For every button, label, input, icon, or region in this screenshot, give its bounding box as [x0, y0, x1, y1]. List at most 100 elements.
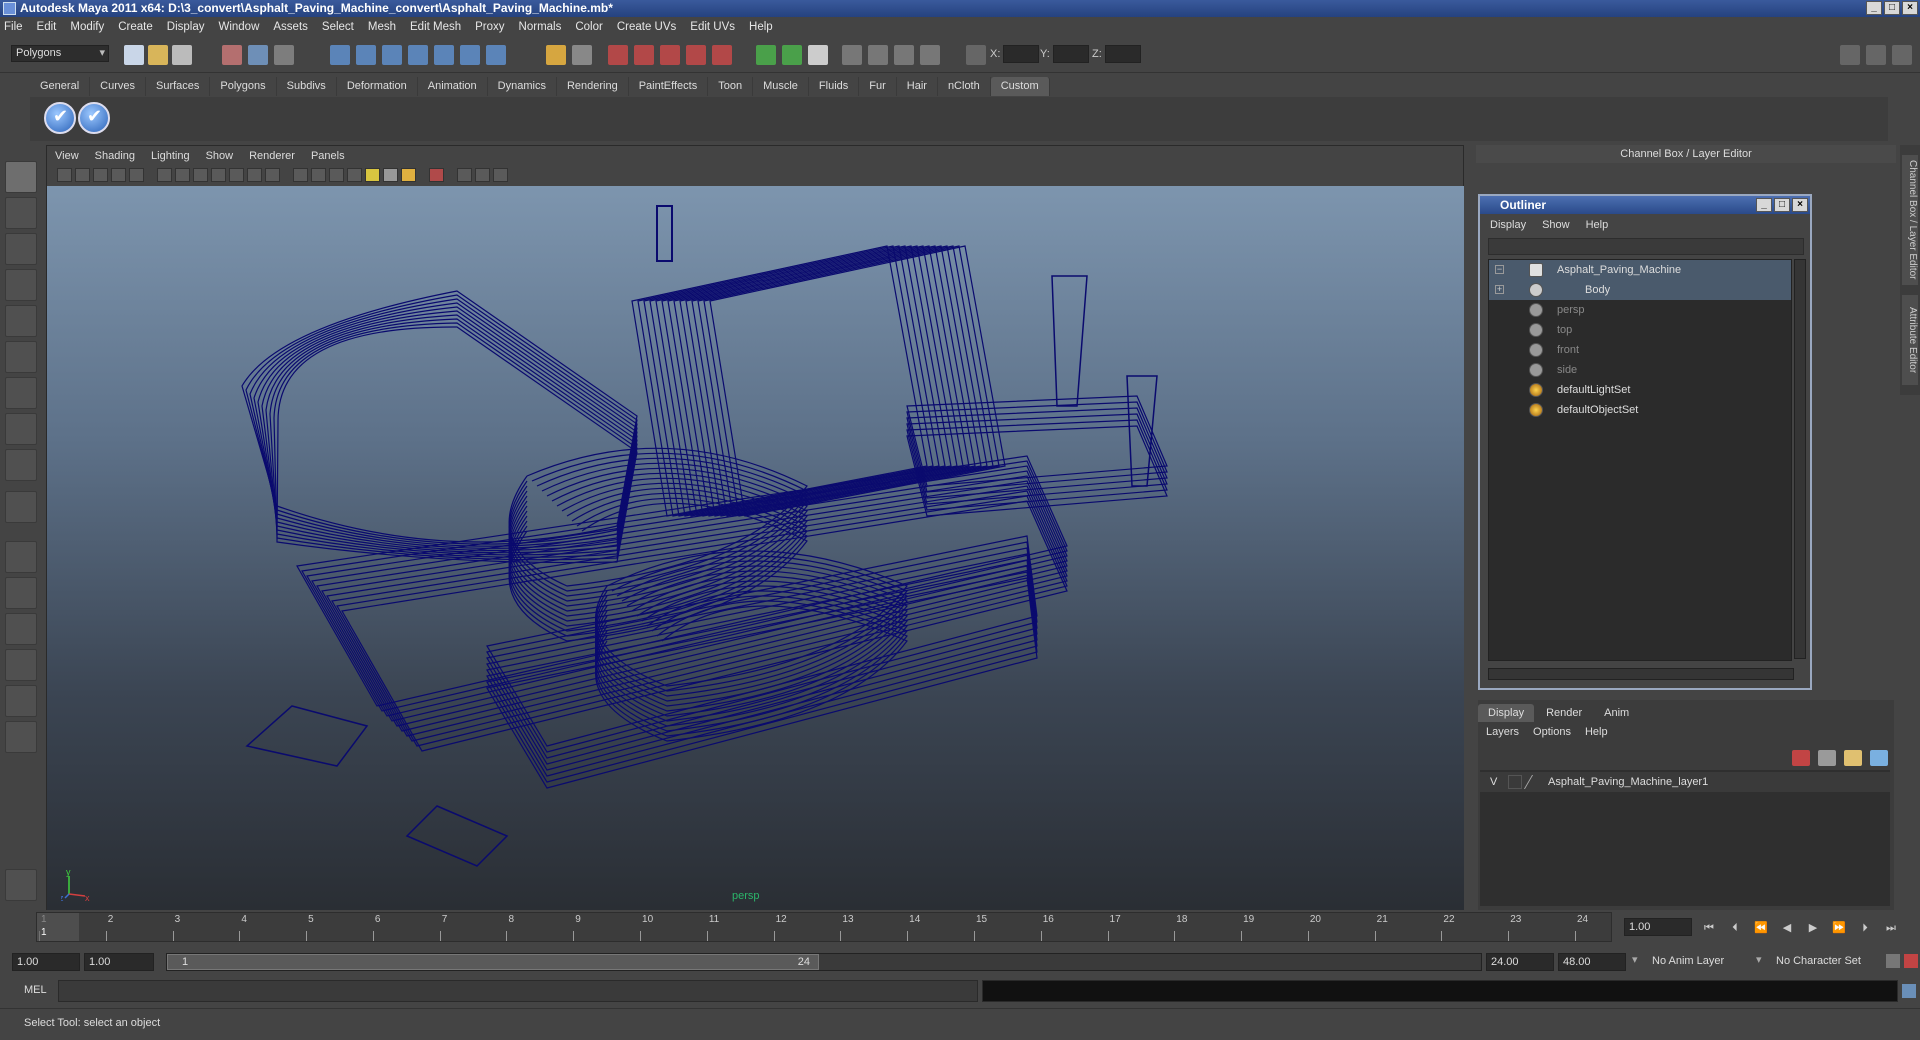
outliner-maximize-button[interactable]: □ — [1774, 198, 1790, 212]
menu-select[interactable]: Select — [322, 21, 354, 33]
hypershade-layout-icon[interactable] — [5, 685, 37, 717]
menu-edit-mesh[interactable]: Edit Mesh — [410, 21, 461, 33]
rotate-tool-icon[interactable] — [5, 305, 37, 337]
attribute-editor-icon[interactable] — [808, 45, 828, 65]
anim-layer-selector[interactable]: No Anim Layer — [1648, 953, 1752, 971]
anim-layer-dropdown-arrow[interactable]: ▾ — [1632, 953, 1638, 966]
y-field[interactable] — [1052, 45, 1089, 63]
panel-menu-show[interactable]: Show — [206, 150, 234, 162]
layer-move-up-icon[interactable] — [1792, 750, 1810, 766]
safe-action-icon[interactable] — [247, 168, 262, 182]
outliner-item[interactable]: persp — [1489, 300, 1791, 320]
single-perspective-layout-icon[interactable] — [5, 541, 37, 573]
create-empty-layer-icon[interactable] — [1844, 750, 1862, 766]
toggle-icon-1[interactable] — [842, 45, 862, 65]
grid-icon[interactable] — [157, 168, 172, 182]
outliner-item[interactable]: top — [1489, 320, 1791, 340]
outliner-item[interactable]: defaultObjectSet — [1489, 400, 1791, 420]
play-backwards-icon[interactable]: ◀ — [1778, 920, 1796, 936]
panel-menu-view[interactable]: View — [55, 150, 79, 162]
select-camera-icon[interactable] — [57, 168, 72, 182]
maximize-button[interactable]: □ — [1884, 1, 1900, 15]
render-current-icon[interactable] — [608, 45, 628, 65]
safe-title-icon[interactable] — [265, 168, 280, 182]
expand-icon[interactable]: + — [1495, 285, 1504, 294]
3d-viewport[interactable]: y x z persp — [47, 186, 1464, 910]
xray-joints-icon[interactable] — [475, 168, 490, 182]
go-to-start-icon[interactable]: ⏮ — [1700, 920, 1718, 936]
outliner-filter-field[interactable] — [1488, 238, 1804, 255]
menu-create[interactable]: Create — [118, 21, 153, 33]
image-plane-icon[interactable] — [111, 168, 126, 182]
select-object-icon[interactable] — [248, 45, 268, 65]
shelf-check-icon-2[interactable] — [78, 102, 110, 134]
step-forward-frame-icon[interactable]: ⏵ — [1856, 920, 1874, 936]
shelf-tab-toon[interactable]: Toon — [708, 77, 754, 96]
playback-start-field[interactable]: 1.00 — [84, 953, 154, 971]
toggle-channel-box-icon[interactable] — [1892, 45, 1912, 65]
menu-mesh[interactable]: Mesh — [368, 21, 396, 33]
shelf-tab-ncloth[interactable]: nCloth — [938, 77, 991, 96]
soft-modification-icon[interactable] — [5, 413, 37, 445]
make-live-icon[interactable] — [434, 45, 454, 65]
paint-select-tool-icon[interactable] — [5, 233, 37, 265]
shelf-tab-curves[interactable]: Curves — [90, 77, 146, 96]
layer-template-toggle[interactable] — [1508, 775, 1522, 789]
shelf-tab-fur[interactable]: Fur — [859, 77, 897, 96]
layer-visibility-toggle[interactable]: V — [1490, 772, 1497, 792]
shelf-tab-muscle[interactable]: Muscle — [753, 77, 809, 96]
layer-tab-anim[interactable]: Anim — [1594, 704, 1639, 722]
outliner-item[interactable]: defaultLightSet — [1489, 380, 1791, 400]
step-back-frame-icon[interactable]: ⏴ — [1726, 920, 1744, 936]
show-modeling-icon[interactable] — [756, 45, 776, 65]
step-forward-key-icon[interactable]: ⏩ — [1830, 920, 1848, 936]
layer-menu-layers[interactable]: Layers — [1486, 726, 1519, 738]
close-button[interactable]: × — [1902, 1, 1918, 15]
menu-file[interactable]: File — [4, 21, 23, 33]
animation-start-field[interactable]: 1.00 — [12, 953, 80, 971]
move-tool-icon[interactable] — [5, 269, 37, 301]
create-layer-from-selected-icon[interactable] — [1870, 750, 1888, 766]
panel-menu-lighting[interactable]: Lighting — [151, 150, 190, 162]
shelf-tab-surfaces[interactable]: Surfaces — [146, 77, 211, 96]
menu-edit[interactable]: Edit — [37, 21, 57, 33]
side-tab-channel-box[interactable]: Channel Box / Layer Editor — [1902, 155, 1918, 285]
open-scene-icon[interactable] — [148, 45, 168, 65]
wireframe-on-shaded-icon[interactable] — [329, 168, 344, 182]
range-slider[interactable]: 1 24 — [166, 953, 1482, 971]
panel-menu-shading[interactable]: Shading — [95, 150, 135, 162]
collapse-icon[interactable]: − — [1495, 265, 1504, 274]
menu-normals[interactable]: Normals — [519, 21, 562, 33]
layer-move-down-icon[interactable] — [1818, 750, 1836, 766]
shelf-tab-deformation[interactable]: Deformation — [337, 77, 418, 96]
outliner-vertical-scrollbar[interactable] — [1794, 259, 1806, 659]
select-component-icon[interactable] — [274, 45, 294, 65]
character-set-dropdown-arrow[interactable]: ▾ — [1756, 953, 1762, 966]
current-frame-field[interactable]: 1.00 — [1624, 918, 1692, 936]
character-set-selector[interactable]: No Character Set — [1772, 953, 1882, 971]
persp-outliner-layout-icon[interactable] — [5, 613, 37, 645]
menu-create-uvs[interactable]: Create UVs — [617, 21, 676, 33]
smooth-shade-icon[interactable] — [311, 168, 326, 182]
outliner-menu-display[interactable]: Display — [1490, 219, 1526, 231]
resolution-gate-icon[interactable] — [193, 168, 208, 182]
layer-color-swatch[interactable] — [1523, 775, 1545, 789]
script-editor-icon[interactable] — [1902, 984, 1916, 998]
outliner-minimize-button[interactable]: _ — [1756, 198, 1772, 212]
layer-menu-help[interactable]: Help — [1585, 726, 1608, 738]
outliner-item[interactable]: + Body — [1489, 280, 1791, 300]
bookmarks-icon[interactable] — [93, 168, 108, 182]
scale-tool-icon[interactable] — [5, 341, 37, 373]
backface-icon[interactable] — [493, 168, 508, 182]
menu-help[interactable]: Help — [749, 21, 773, 33]
toggle-icon-4[interactable] — [920, 45, 940, 65]
field-chart-icon[interactable] — [229, 168, 244, 182]
menu-color[interactable]: Color — [575, 21, 602, 33]
shelf-tab-subdivs[interactable]: Subdivs — [277, 77, 337, 96]
lock-icon[interactable] — [546, 45, 566, 65]
2d-pan-zoom-icon[interactable] — [129, 168, 144, 182]
go-to-end-icon[interactable]: ⏭ — [1882, 920, 1900, 936]
animation-preferences-icon[interactable] — [1904, 954, 1918, 968]
minimize-button[interactable]: _ — [1866, 1, 1882, 15]
shadows-icon[interactable] — [383, 168, 398, 182]
